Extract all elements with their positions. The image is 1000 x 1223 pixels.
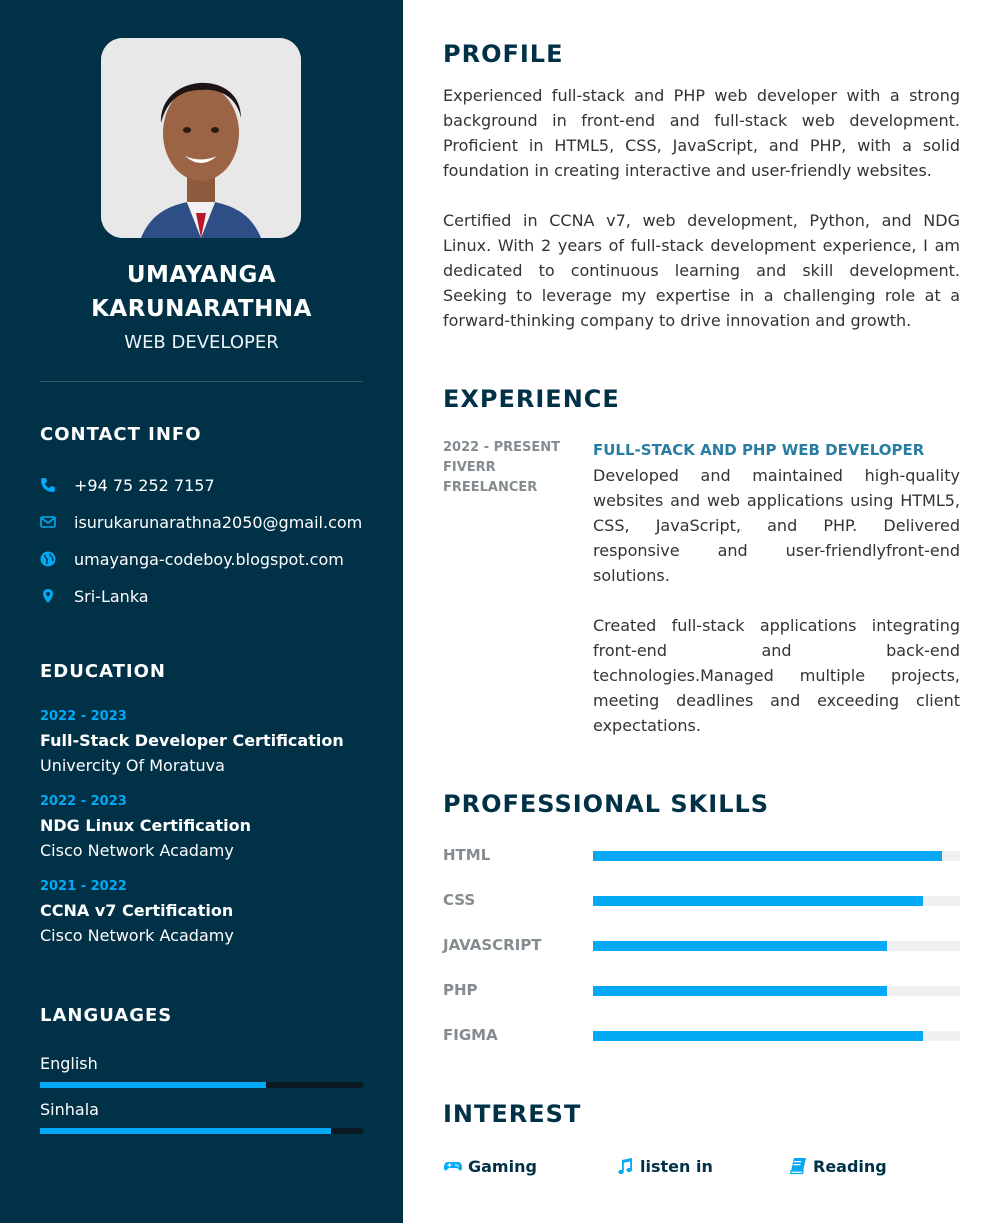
sidebar-divider (40, 381, 363, 382)
experience-heading: EXPERIENCE (443, 385, 620, 413)
profile-paragraph: Certified in CCNA v7, web development, P… (443, 211, 960, 330)
skill-level-bar (593, 896, 960, 906)
education-item: 2022 - 2023 NDG Linux Certification Cisc… (40, 793, 370, 863)
experience-company: FIVERR FREELANCER (443, 460, 538, 495)
contact-phone[interactable]: +94 75 252 7157 (40, 473, 215, 497)
skill-name: JAVASCRIPT (443, 936, 542, 954)
skill-level-fill (593, 851, 942, 861)
skill-level-bar (593, 941, 960, 951)
experience-period: 2022 - PRESENT (443, 440, 561, 455)
experience-meta: 2022 - PRESENT FIVERR FREELANCER (443, 438, 593, 498)
experience-paragraph: Created full-stack applications integrat… (593, 616, 960, 735)
full-name: UMAYANGA KARUNARATHNA (0, 258, 403, 326)
interest-heading: INTEREST (443, 1100, 582, 1128)
music-note-icon (615, 1157, 635, 1175)
languages-heading: LANGUAGES (40, 1005, 173, 1026)
interest-music: listen in (615, 1155, 713, 1177)
name-last: KARUNARATHNA (91, 296, 312, 322)
skill-row: JAVASCRIPT (443, 935, 960, 955)
phone-icon (40, 477, 56, 493)
contact-email-text: isurukarunarathna2050@gmail.com (74, 512, 363, 532)
contact-location-text: Sri-Lanka (74, 586, 149, 606)
skill-row: HTML (443, 845, 960, 865)
education-heading: EDUCATION (40, 661, 166, 682)
education-item: 2022 - 2023 Full-Stack Developer Certifi… (40, 708, 370, 778)
skill-name: HTML (443, 846, 491, 864)
education-years: 2021 - 2022 (40, 879, 127, 894)
experience-job-title: FULL-STACK AND PHP WEB DEVELOPER (593, 441, 925, 459)
contact-email[interactable]: isurukarunarathna2050@gmail.com (40, 510, 362, 534)
sidebar: UMAYANGA KARUNARATHNA WEB DEVELOPER CONT… (0, 0, 403, 1223)
skill-level-fill (593, 896, 924, 906)
education-years: 2022 - 2023 (40, 709, 127, 724)
envelope-icon (40, 514, 56, 530)
interest-label: Reading (813, 1156, 887, 1176)
contact-location: Sri-Lanka (40, 584, 149, 608)
profile-paragraph: Experienced full-stack and PHP web devel… (443, 86, 960, 180)
skill-level-bar (593, 851, 960, 861)
education-degree: CCNA v7 Certification (40, 901, 234, 920)
language-level-fill (40, 1082, 267, 1088)
education-degree: Full-Stack Developer Certification (40, 731, 344, 750)
interest-label: listen in (640, 1156, 713, 1176)
skill-level-fill (593, 1031, 924, 1041)
skill-row: FIGMA (443, 1025, 960, 1045)
education-school: Cisco Network Acadamy (40, 926, 234, 945)
skill-level-fill (593, 986, 887, 996)
experience-paragraph: Developed and maintained high-quality we… (593, 466, 960, 585)
interest-gaming: Gaming (443, 1155, 537, 1177)
gamepad-icon (443, 1157, 463, 1175)
profile-photo (101, 38, 301, 238)
skill-level-bar (593, 1031, 960, 1041)
skill-level-fill (593, 941, 887, 951)
language-item: Sinhala (40, 1099, 363, 1134)
education-item: 2021 - 2022 CCNA v7 Certification Cisco … (40, 878, 370, 948)
name-first: UMAYANGA (126, 262, 277, 288)
contact-phone-text: +94 75 252 7157 (74, 475, 215, 495)
education-degree: NDG Linux Certification (40, 816, 251, 835)
skill-row: CSS (443, 890, 960, 910)
skill-name: PHP (443, 981, 478, 999)
skills-heading: PROFESSIONAL SKILLS (443, 790, 770, 818)
language-level-bar (40, 1082, 363, 1088)
skill-row: PHP (443, 980, 960, 1000)
job-role: WEB DEVELOPER (124, 332, 279, 353)
contact-website[interactable]: umayanga-codeboy.blogspot.com (40, 547, 344, 571)
language-level-fill (40, 1128, 331, 1134)
language-name: English (40, 1054, 98, 1073)
language-level-bar (40, 1128, 363, 1134)
book-icon (788, 1157, 808, 1175)
contact-heading: CONTACT INFO (40, 424, 202, 445)
interest-label: Gaming (468, 1156, 537, 1176)
skill-name: CSS (443, 891, 476, 909)
map-marker-icon (40, 588, 56, 604)
skill-level-bar (593, 986, 960, 996)
skill-name: FIGMA (443, 1026, 498, 1044)
interest-reading: Reading (788, 1155, 887, 1177)
profile-heading: PROFILE (443, 40, 564, 68)
language-item: English (40, 1053, 363, 1088)
education-school: Univercity Of Moratuva (40, 756, 225, 775)
education-years: 2022 - 2023 (40, 794, 127, 809)
contact-website-text: umayanga-codeboy.blogspot.com (74, 549, 344, 569)
education-school: Cisco Network Acadamy (40, 841, 234, 860)
globe-icon (40, 551, 56, 567)
language-name: Sinhala (40, 1100, 99, 1119)
